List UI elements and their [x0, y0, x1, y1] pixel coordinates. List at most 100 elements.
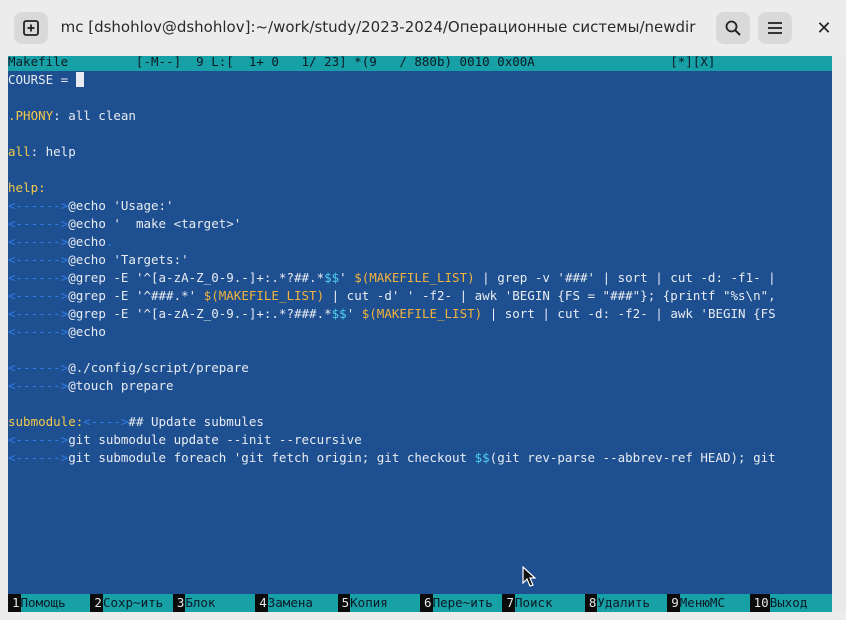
fkey-number: 5 [337, 594, 351, 612]
hamburger-menu-icon [768, 22, 782, 34]
code-line-3: .PHONY: all clean [8, 107, 832, 125]
code-text: : help [30, 144, 76, 159]
window-title: mc [dshohlov@dshohlov]:~/work/study/2023… [60, 18, 696, 36]
code-text: | sort | cut -d: -f2- | awk 'BEGIN {FS [482, 306, 776, 321]
fkey-menu[interactable]: 9 МенюMC [667, 594, 750, 612]
fkey-number: 2 [90, 594, 103, 612]
code-text: (git rev-parse --abbrev-ref HEAD); git [489, 450, 776, 465]
fkey-number: 10 [749, 594, 770, 612]
code-text: COURSE = [8, 72, 76, 87]
code-line-5: all: help [8, 143, 832, 161]
tab-marker: <------> [8, 270, 69, 285]
fkey-copy[interactable]: 5 Копия [337, 594, 421, 612]
code-text: | cut -d' ' -f2- | awk 'BEGIN {FS = "###… [324, 288, 776, 303]
fkey-number: 6 [420, 594, 433, 612]
search-icon [725, 20, 741, 36]
tab-marker: <------> [8, 378, 69, 393]
menu-button[interactable] [758, 12, 792, 44]
fkey-number: 8 [584, 594, 598, 612]
code-line-15: <------>@echo [8, 323, 832, 341]
code-keyword: submodule [8, 414, 76, 429]
tab-marker: <------> [8, 432, 69, 447]
code-text: @grep -E '^[a-zA-Z_0-9.-]+:.*?###.* [68, 306, 332, 321]
code-line-1: COURSE = [8, 71, 832, 89]
code-text: @echo 'Targets:' [68, 252, 189, 267]
tab-marker: <----> [83, 414, 129, 429]
code-line-10: <------>@echo. [8, 233, 832, 251]
fkey-label: Пере~ить [432, 594, 503, 612]
new-tab-icon [23, 20, 39, 36]
fkey-save[interactable]: 2 Сохр~ить [90, 594, 173, 612]
code-text: @grep -E '^###.*' [68, 288, 204, 303]
code-line-17: <------>@./config/script/prepare [8, 359, 832, 377]
fkey-label: Поиск [514, 594, 585, 612]
fkey-exit[interactable]: 10 Выход [749, 594, 832, 612]
fkey-block[interactable]: 3 Блок [172, 594, 256, 612]
code-variable: $(MAKEFILE_LIST) [361, 306, 483, 321]
code-text: git submodule update --init --recursive [68, 432, 362, 447]
code-line-7: help: [8, 179, 832, 197]
tab-marker: <------> [8, 216, 69, 231]
code-text: @echo ' make <target>' [68, 216, 242, 231]
fkey-delete[interactable]: 8 Удалить [584, 594, 668, 612]
code-text: @echo [68, 324, 106, 339]
code-text: @./config/script/prepare [68, 360, 249, 375]
fkey-replace[interactable]: 4 Замена [255, 594, 338, 612]
new-tab-button[interactable] [14, 12, 48, 44]
fkey-search[interactable]: 7 Поиск [502, 594, 585, 612]
fkey-number: 4 [255, 594, 268, 612]
tab-marker: <------> [8, 450, 69, 465]
fkey-label: Удалить [597, 594, 668, 612]
fkey-help[interactable]: 1 Помощь [8, 594, 91, 612]
search-button[interactable] [716, 12, 750, 44]
code-line-18: <------>@touch prepare [8, 377, 832, 395]
fkey-label: Сохр~ить [102, 594, 173, 612]
tab-marker: <------> [8, 198, 69, 213]
code-keyword: all [8, 144, 31, 159]
window-scrollbar[interactable] [832, 56, 846, 612]
fkey-number: 9 [667, 594, 680, 612]
terminal-window: mc [dshohlov@dshohlov]:~/work/study/2023… [0, 0, 846, 620]
editor-status-line: Makefile [-M--] 9 L:[ 1+ 0 1/ 23] *(9 / … [8, 56, 832, 71]
code-dollar: $$ [324, 270, 340, 285]
close-button[interactable]: ✕ [808, 12, 840, 44]
code-dollar: $$ [331, 306, 347, 321]
code-line-9: <------>@echo ' make <target>' [8, 215, 832, 233]
code-variable: $(MAKEFILE_LIST) [354, 270, 475, 285]
title-bar: mc [dshohlov@dshohlov]:~/work/study/2023… [0, 0, 846, 56]
tab-marker: <------> [8, 252, 69, 267]
text-cursor [75, 72, 84, 87]
code-text: @echo 'Usage:' [68, 198, 174, 213]
function-key-bar: 1 Помощь 2 Сохр~ить 3 Блок 4 Замена 5 Копия 6… [8, 594, 832, 612]
fkey-move[interactable]: 6 Пере~ить [420, 594, 503, 612]
code-line-11: <------>@echo 'Targets:' [8, 251, 832, 269]
fkey-label: Блок [185, 594, 256, 612]
code-line-8: <------>@echo 'Usage:' [8, 197, 832, 215]
fkey-label: Замена [267, 594, 338, 612]
code-line-20: submodule:<---->## Update submules [8, 413, 832, 431]
code-keyword: help [8, 180, 39, 195]
close-icon: ✕ [816, 17, 832, 39]
code-text: @echo [68, 234, 106, 249]
code-dollar: $$ [474, 450, 490, 465]
fkey-label: Помощь [20, 594, 91, 612]
code-line-22: <------>git submodule foreach 'git fetch… [8, 449, 832, 467]
editor-area[interactable]: Makefile [-M--] 9 L:[ 1+ 0 1/ 23] *(9 / … [8, 56, 832, 612]
fkey-number: 3 [172, 594, 186, 612]
fkey-number: 1 [8, 594, 21, 612]
code-line-14: <------>@grep -E '^[a-zA-Z_0-9.-]+:.*?##… [8, 305, 832, 323]
code-comment: ## Update submules [128, 414, 264, 429]
code-text: ' [346, 306, 362, 321]
code-variable: $(MAKEFILE_LIST) [203, 288, 325, 303]
fkey-label: Копия [350, 594, 421, 612]
tab-marker: <------> [8, 288, 69, 303]
fkey-number: 7 [502, 594, 515, 612]
code-text: | grep -v '###' | sort | cut -d: -f1- | [474, 270, 776, 285]
code-text: : all clean [53, 108, 136, 123]
code-text: @grep -E '^[a-zA-Z_0-9.-]+:.*?##.* [68, 270, 325, 285]
mouse-pointer-icon [522, 565, 538, 592]
code-line-12: <------>@grep -E '^[a-zA-Z_0-9.-]+:.*?##… [8, 269, 832, 287]
tab-marker: <------> [8, 360, 69, 375]
tab-marker: <------> [8, 234, 69, 249]
fkey-label: МенюMC [679, 594, 750, 612]
